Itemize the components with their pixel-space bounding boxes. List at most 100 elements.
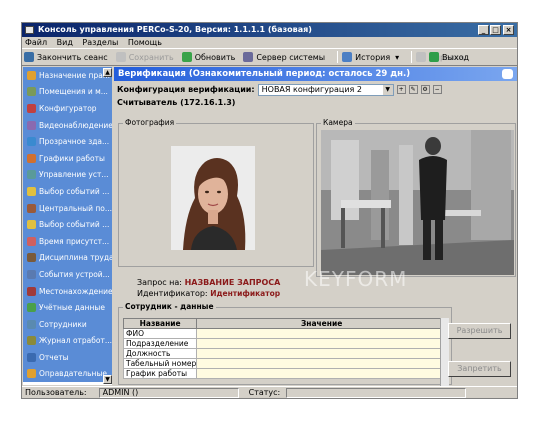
table-row[interactable]: ФИО [122,328,447,339]
sidebar-item-icon [27,269,36,279]
sidebar-scroll-down-button[interactable]: ▼ [103,375,112,384]
sidebar: ▲ Назначение пра... Помещения и м... Конфи… [23,67,112,385]
row-value [196,338,447,349]
sidebar-item[interactable]: События устрой... [23,266,112,283]
minimize-button[interactable]: _ [478,25,489,35]
help-icon [416,52,427,62]
app-icon [25,26,34,34]
edit-config-icon[interactable]: ✎ [408,85,418,94]
sidebar-item-icon [27,170,36,180]
sidebar-item-label: Управление уст... [39,170,109,180]
sidebar-item[interactable]: Конфигуратор [23,100,112,117]
chevron-down-icon: ▼ [382,84,393,95]
maximize-button[interactable]: □ [490,25,501,35]
camera-group-label: Камера [321,118,355,127]
deny-button[interactable]: Запретить [448,361,511,377]
sidebar-item[interactable]: Верификация [23,382,112,385]
sidebar-item[interactable]: Выбор событий ... [23,183,112,200]
sidebar-item-icon [27,286,36,296]
row-key: График работы [122,368,198,379]
row-key: Должность [122,348,198,359]
menu-view[interactable]: Вид [57,38,73,47]
save-button[interactable]: Сохранить [115,52,174,62]
config-label: Конфигурация верификации: [117,85,255,94]
history-icon [342,52,353,62]
toolbar: Закончить сеанс Сохранить Обновить Серве… [22,48,517,66]
history-button[interactable]: История ▾ [342,52,399,62]
sidebar-item-icon [27,186,36,196]
request-panel: Запрос на: НАЗВАНИЕ ЗАПРОСА Идентификато… [118,277,516,305]
sidebar-item[interactable]: Сотрудники [23,316,112,333]
menu-help[interactable]: Помощь [128,38,162,47]
sidebar-item[interactable]: Отчеты [23,349,112,366]
settings-icon[interactable]: ⚙ [420,85,430,94]
sidebar-item[interactable]: Дисциплина труда [23,250,112,267]
delete-config-icon[interactable]: − [432,85,442,94]
sidebar-item-label: Выбор событий ... [39,220,110,230]
sidebar-item-icon [27,336,36,346]
allow-button[interactable]: Разрешить [448,323,511,339]
menu-sections[interactable]: Разделы [82,38,118,47]
exit-icon [429,52,440,62]
menu-file[interactable]: Файл [25,38,47,47]
server-icon [243,52,254,62]
sidebar-item-icon [27,70,36,80]
table-row[interactable]: График работы [122,368,447,379]
add-config-icon[interactable]: + [396,85,406,94]
save-icon [115,52,126,62]
sidebar-item[interactable]: Графики работы [23,150,112,167]
column-header-name: Название [122,318,198,329]
row-key: Подразделение [122,338,198,349]
end-session-button[interactable]: Закончить сеанс [24,52,108,62]
sidebar-item[interactable]: Видеонаблюдение [23,117,112,134]
table-row[interactable]: Подразделение [122,338,447,349]
sidebar-item-icon [27,352,36,362]
sidebar-item[interactable]: Выбор событий ... [23,216,112,233]
exit-button[interactable]: Выход [429,52,469,62]
sidebar-scroll-up-button[interactable]: ▲ [103,68,112,77]
close-button[interactable]: × [503,25,514,35]
sidebar-item[interactable]: Журнал отработ... [23,333,112,350]
sidebar-item[interactable]: Центральный по... [23,200,112,217]
sidebar-item[interactable]: Прозрачное зда... [23,133,112,150]
request-label: Запрос на: [137,278,183,287]
chevron-down-icon[interactable]: ▾ [395,53,399,62]
section-title: Верификация (Ознакомительный период: ост… [118,69,411,79]
identifier-value: Идентификатор [210,289,281,298]
row-key: ФИО [122,328,198,339]
sidebar-item-icon [27,103,36,113]
sidebar-item-icon [27,253,36,263]
table-row[interactable]: Должность [122,348,447,359]
save-label: Сохранить [128,52,174,62]
table-row[interactable]: Табельный номер [122,358,447,369]
toolbar-separator [337,51,339,63]
column-header-value: Значение [196,318,447,329]
sidebar-item-label: Отчеты [39,352,69,362]
sidebar-item[interactable]: Помещения и м... [23,84,112,101]
sidebar-item[interactable]: Время присутст... [23,233,112,250]
sidebar-item-label: Дисциплина труда [39,253,112,263]
sidebar-item[interactable]: Оправдательные... [23,366,112,383]
sidebar-item-label: Выбор событий ... [39,186,110,196]
sidebar-item[interactable]: Учётные данные [23,299,112,316]
sidebar-item[interactable]: Местонахождение [23,283,112,300]
sidebar-item-icon [27,236,36,246]
config-select[interactable]: НОВАЯ конфигурация 2 ▼ [257,83,394,96]
photo-group: Фотография [118,118,314,267]
employee-group-label: Сотрудник - данные [123,302,216,311]
camera-view [321,130,514,275]
header-options-icon[interactable] [502,69,513,79]
menu-bar: Файл Вид Разделы Помощь [22,37,517,48]
camera-group: Камера [316,118,516,277]
sidebar-item[interactable]: Назначение пра... [23,67,112,84]
refresh-button[interactable]: Обновить [181,52,235,62]
row-value [196,368,447,379]
system-server-button[interactable]: Сервер системы [243,52,325,62]
sidebar-item-label: Учётные данные [39,303,105,313]
sidebar-item-icon [27,220,36,230]
main-window: Консоль управления PERCo-S-20, Версия: 1… [21,22,518,399]
sidebar-item-label: Графики работы [39,153,105,163]
sidebar-item-icon [27,137,36,147]
sidebar-item-label: Местонахождение [39,286,112,296]
sidebar-item[interactable]: Управление уст... [23,167,112,184]
